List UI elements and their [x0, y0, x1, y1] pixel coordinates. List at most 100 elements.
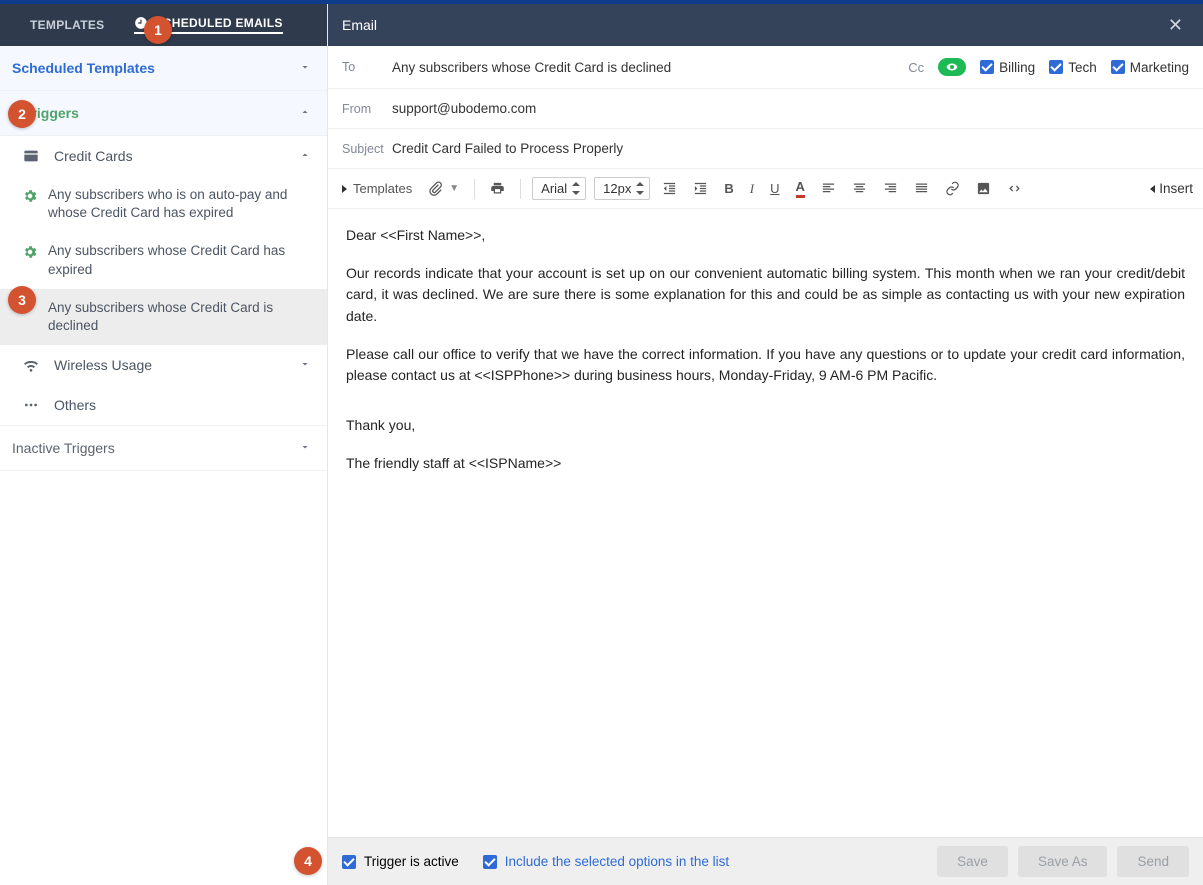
- footer-bar: Trigger is active Include the selected o…: [328, 837, 1203, 885]
- text-color-icon: A: [796, 179, 805, 198]
- sidebar-section-scheduled-templates[interactable]: Scheduled Templates: [0, 46, 327, 91]
- toolbar-insert[interactable]: Insert: [1150, 181, 1193, 196]
- subject-label: Subject: [342, 142, 392, 156]
- align-left-icon: [821, 181, 836, 196]
- trigger-row-label: Any subscribers whose Credit Card has ex…: [48, 242, 307, 278]
- checkbox-icon: [1111, 60, 1125, 74]
- toolbar-align-right[interactable]: [879, 177, 902, 200]
- close-button[interactable]: ✕: [1162, 11, 1189, 40]
- italic-icon: I: [750, 181, 754, 197]
- tag-billing[interactable]: Billing: [980, 60, 1035, 75]
- to-label: To: [342, 60, 392, 74]
- tag-marketing[interactable]: Marketing: [1111, 60, 1189, 75]
- checkbox-icon: [483, 855, 497, 869]
- trigger-row-cc-declined[interactable]: Any subscribers whose Credit Card is dec…: [0, 289, 327, 345]
- body-paragraph: Our records indicate that your account i…: [346, 263, 1185, 328]
- chevron-up-icon: [299, 148, 311, 164]
- indent-icon: [693, 181, 708, 196]
- body-paragraph: Thank you,: [346, 415, 1185, 437]
- toolbar-code[interactable]: [1003, 177, 1026, 200]
- email-form: To Any subscribers whose Credit Card is …: [328, 46, 1203, 169]
- trigger-row-autopay-expired[interactable]: Any subscribers who is on auto-pay and w…: [0, 176, 327, 232]
- outdent-icon: [662, 181, 677, 196]
- toolbar-image[interactable]: [972, 177, 995, 200]
- main-header: Email ✕: [328, 4, 1203, 46]
- cc-button[interactable]: Cc: [908, 60, 924, 75]
- checkbox-label: Trigger is active: [364, 854, 459, 869]
- toolbar-align-left[interactable]: [817, 177, 840, 200]
- sidebar-item-label: Wireless Usage: [54, 357, 289, 373]
- save-as-button[interactable]: Save As: [1018, 846, 1108, 877]
- field-from: From support@ubodemo.com: [328, 89, 1203, 129]
- callout-badge-2: 2: [8, 100, 36, 128]
- print-icon: [490, 181, 505, 196]
- checkbox-label: Include the selected options in the list: [505, 854, 729, 869]
- footer-buttons: Save Save As Send: [937, 846, 1189, 877]
- from-value[interactable]: support@ubodemo.com: [392, 101, 1189, 116]
- email-body-editor[interactable]: Dear <<First Name>>, Our records indicat…: [328, 209, 1203, 837]
- subject-value[interactable]: Credit Card Failed to Process Properly: [392, 141, 1189, 156]
- link-icon: [945, 181, 960, 196]
- body-paragraph: The friendly staff at <<ISPName>>: [346, 453, 1185, 475]
- bold-icon: B: [724, 181, 733, 196]
- trigger-row-label: Any subscribers who is on auto-pay and w…: [48, 186, 307, 222]
- caret-left-icon: [1150, 185, 1155, 193]
- sidebar-item-wireless-usage[interactable]: Wireless Usage: [0, 345, 327, 385]
- body-paragraph: Please call our office to verify that we…: [346, 344, 1185, 387]
- tab-scheduled-emails-label: SCHEDULED EMAILS: [154, 16, 282, 30]
- checkbox-trigger-active[interactable]: Trigger is active: [342, 854, 459, 869]
- toolbar-align-center[interactable]: [848, 177, 871, 200]
- save-button[interactable]: Save: [937, 846, 1008, 877]
- sidebar: TEMPLATES SCHEDULED EMAILS Scheduled Tem…: [0, 4, 328, 885]
- tab-templates[interactable]: TEMPLATES: [30, 18, 104, 32]
- chevron-down-icon: [299, 440, 311, 456]
- toolbar-bold[interactable]: B: [720, 177, 737, 200]
- dots-icon: [18, 397, 44, 413]
- wifi-icon: [18, 357, 44, 373]
- toolbar-print[interactable]: [486, 177, 509, 200]
- credit-card-icon: [18, 148, 44, 164]
- paperclip-icon: [428, 181, 443, 196]
- checkbox-icon: [342, 855, 356, 869]
- to-value[interactable]: Any subscribers whose Credit Card is dec…: [392, 60, 908, 75]
- checkbox-include-selected[interactable]: Include the selected options in the list: [483, 854, 729, 869]
- sidebar-item-others[interactable]: Others: [0, 385, 327, 425]
- toolbar-underline[interactable]: U: [766, 177, 783, 200]
- code-icon: [1007, 181, 1022, 196]
- editor-toolbar: Templates ▼ Arial 12px B I U A Insert: [328, 169, 1203, 209]
- callout-badge-1: 1: [144, 16, 172, 44]
- toolbar-templates[interactable]: Templates: [338, 177, 416, 200]
- recipient-tags: Cc Billing Tech Marketing: [908, 58, 1189, 76]
- sidebar-item-label: Others: [54, 397, 311, 413]
- chevron-down-icon: [299, 60, 311, 76]
- sidebar-section-inactive-triggers[interactable]: Inactive Triggers: [0, 425, 327, 471]
- sidebar-section-active-triggers[interactable]: e Triggers: [0, 91, 327, 136]
- eye-icon: [946, 61, 958, 73]
- callout-badge-4: 4: [294, 847, 322, 875]
- image-icon: [976, 181, 991, 196]
- gear-icon: [22, 188, 38, 204]
- checkbox-icon: [1049, 60, 1063, 74]
- sidebar-item-credit-cards[interactable]: Credit Cards: [0, 136, 327, 176]
- sidebar-item-label: Credit Cards: [54, 148, 289, 164]
- toolbar-font-family[interactable]: Arial: [532, 177, 586, 200]
- callout-badge-3: 3: [8, 286, 36, 314]
- toolbar-outdent[interactable]: [658, 177, 681, 200]
- toolbar-indent[interactable]: [689, 177, 712, 200]
- toolbar-text-color[interactable]: A: [792, 175, 809, 202]
- tag-tech[interactable]: Tech: [1049, 60, 1097, 75]
- field-to: To Any subscribers whose Credit Card is …: [328, 46, 1203, 89]
- toolbar-italic[interactable]: I: [746, 177, 758, 201]
- align-justify-icon: [914, 181, 929, 196]
- toolbar-attachment[interactable]: ▼: [424, 177, 463, 200]
- tag-label: Tech: [1068, 60, 1097, 75]
- field-subject: Subject Credit Card Failed to Process Pr…: [328, 129, 1203, 169]
- send-button[interactable]: Send: [1117, 846, 1189, 877]
- toolbar-font-size[interactable]: 12px: [594, 177, 650, 200]
- visibility-toggle[interactable]: [938, 58, 966, 76]
- toolbar-link[interactable]: [941, 177, 964, 200]
- toolbar-align-justify[interactable]: [910, 177, 933, 200]
- align-right-icon: [883, 181, 898, 196]
- trigger-row-cc-expired[interactable]: Any subscribers whose Credit Card has ex…: [0, 232, 327, 288]
- underline-icon: U: [770, 181, 779, 196]
